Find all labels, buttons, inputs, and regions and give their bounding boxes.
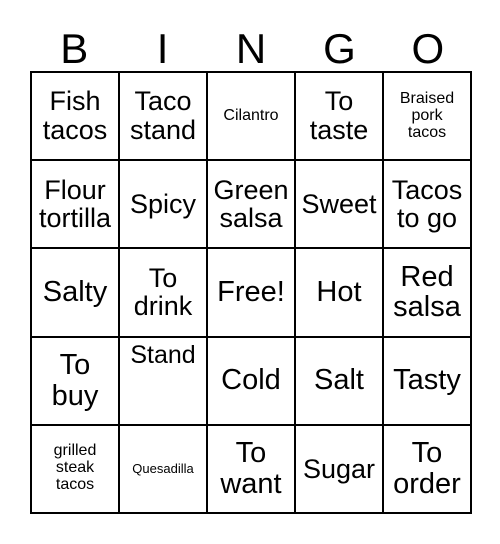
- bingo-cell-i3[interactable]: To drink: [120, 249, 208, 338]
- bingo-cell-b2[interactable]: Flour tortilla: [32, 161, 120, 250]
- bingo-cell-label: Flour tortilla: [38, 174, 112, 234]
- bingo-cell-g1[interactable]: To taste: [296, 73, 384, 162]
- bingo-cell-label: Salty: [42, 276, 108, 309]
- bingo-cell-label: Hot: [316, 276, 362, 309]
- bingo-cell-label: Quesadilla: [132, 461, 194, 476]
- bingo-cell-g4[interactable]: Salt: [296, 337, 384, 426]
- bingo-cell-o3[interactable]: Red salsa: [384, 249, 472, 338]
- bingo-cell-label: Sugar: [302, 453, 376, 484]
- bingo-cell-g2[interactable]: Sweet: [296, 161, 384, 250]
- bingo-cell-label: Tacos to go: [391, 174, 463, 234]
- bingo-cell-label: grilled steak tacos: [53, 442, 97, 494]
- bingo-cell-label: Stand: [130, 340, 196, 369]
- bingo-cell-i1[interactable]: Taco stand: [120, 73, 208, 162]
- bingo-cell-label: Green salsa: [213, 174, 289, 234]
- bingo-cell-b1[interactable]: Fish tacos: [32, 73, 120, 162]
- bingo-cell-n1[interactable]: Cilantro: [208, 73, 296, 162]
- bingo-cell-o2[interactable]: Tacos to go: [384, 161, 472, 250]
- bingo-header-letter-o: O: [411, 25, 445, 72]
- bingo-cell-label: Salt: [314, 364, 364, 397]
- bingo-cell-label: Free!: [217, 276, 285, 309]
- bingo-cell-label: Cilantro: [223, 106, 279, 124]
- bingo-cell-label: Taco stand: [129, 86, 197, 146]
- bingo-cell-n2[interactable]: Green salsa: [208, 161, 296, 250]
- bingo-cell-n4[interactable]: Cold: [208, 337, 296, 426]
- bingo-cell-o5[interactable]: To order: [384, 425, 472, 514]
- bingo-header-letter-n: N: [235, 25, 267, 72]
- bingo-cell-label: To drink: [133, 262, 193, 322]
- bingo-cell-i2[interactable]: Spicy: [120, 161, 208, 250]
- bingo-cell-o4[interactable]: Tasty: [384, 337, 472, 426]
- bingo-cell-n5[interactable]: To want: [208, 425, 296, 514]
- bingo-cell-b3[interactable]: Salty: [32, 249, 120, 338]
- bingo-cell-label: Braised pork tacos: [399, 89, 455, 141]
- bingo-cell-label: Tasty: [393, 364, 461, 397]
- bingo-header-row: B I N G O: [30, 16, 472, 71]
- bingo-header-letter-b: B: [60, 25, 89, 72]
- bingo-cell-o1[interactable]: Braised pork tacos: [384, 73, 472, 162]
- bingo-cell-b4[interactable]: To buy: [32, 337, 120, 426]
- bingo-cell-label: To order: [393, 437, 461, 500]
- bingo-cell-label: Fish tacos: [42, 86, 108, 146]
- bingo-cell-label: Sweet: [301, 188, 377, 219]
- bingo-cell-i5[interactable]: Quesadilla: [120, 425, 208, 514]
- bingo-cell-label: To taste: [309, 86, 369, 146]
- bingo-cell-label: To want: [220, 437, 282, 500]
- bingo-header-letter-g: G: [323, 25, 356, 72]
- bingo-cell-label: Cold: [221, 364, 281, 397]
- bingo-cell-g5[interactable]: Sugar: [296, 425, 384, 514]
- bingo-header-letter-i: I: [156, 25, 169, 72]
- bingo-cell-label: Red salsa: [393, 260, 461, 324]
- bingo-cell-free-space[interactable]: Free!: [208, 249, 296, 338]
- bingo-card: B I N G O Fish tacos Taco stand Cilantro…: [0, 0, 500, 544]
- bingo-cell-b5[interactable]: grilled steak tacos: [32, 425, 120, 514]
- bingo-grid: Fish tacos Taco stand Cilantro To taste …: [30, 71, 472, 514]
- bingo-cell-label: To buy: [51, 348, 99, 412]
- bingo-cell-label: Spicy: [129, 188, 197, 219]
- bingo-cell-i4[interactable]: Stand: [120, 337, 208, 426]
- bingo-cell-g3[interactable]: Hot: [296, 249, 384, 338]
